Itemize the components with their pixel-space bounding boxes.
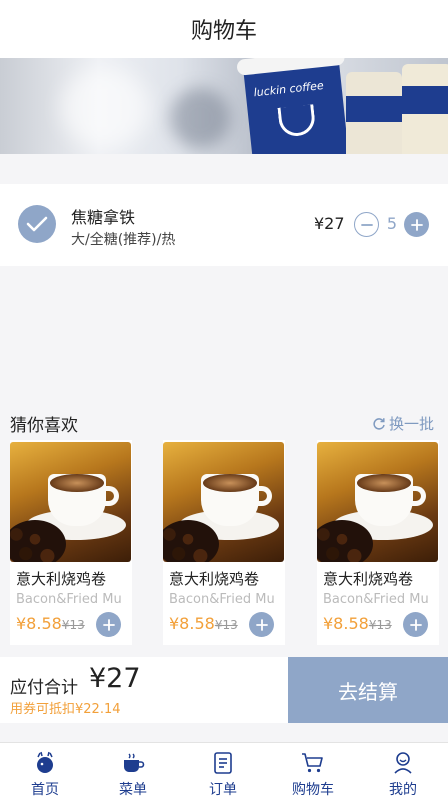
tab-profile[interactable]: 我的 — [358, 743, 448, 800]
deer-logo-icon — [277, 104, 317, 138]
tab-orders[interactable]: 订单 — [178, 743, 268, 800]
item-price: ¥27 — [314, 214, 345, 233]
quantity-value: 5 — [386, 214, 398, 233]
product-price: ¥8.58¥13 — [169, 614, 238, 633]
coffee-cup-icon — [124, 753, 145, 772]
tab-label: 购物车 — [292, 782, 334, 798]
refresh-icon — [373, 417, 385, 430]
current-price: ¥8.58 — [16, 614, 62, 633]
original-price: ¥13 — [61, 618, 85, 632]
refresh-label: 换一批 — [389, 415, 435, 433]
decrease-quantity-button[interactable] — [354, 212, 379, 237]
current-price: ¥8.58 — [323, 614, 369, 633]
product-name: 意大利烧鸡卷 — [323, 570, 414, 588]
original-price: ¥13 — [368, 618, 392, 632]
product-en-name: Bacon&Fried Mu — [323, 592, 429, 607]
cup-band — [346, 96, 402, 122]
item-spec: 大/全糖(推荐)/热 — [71, 232, 176, 248]
product-card[interactable]: 意大利烧鸡卷 Bacon&Fried Mu ¥8.58¥13 — [317, 440, 439, 645]
mug-handle — [256, 486, 272, 506]
coffee-surface — [50, 474, 104, 492]
tab-label: 我的 — [389, 782, 417, 798]
cup-band — [402, 86, 448, 114]
tab-home[interactable]: 首页 — [0, 743, 90, 800]
order-list-icon — [214, 752, 232, 774]
checkout-bar: 应付合计 ¥27 用券可抵扣¥22.14 去结算 — [0, 657, 448, 723]
tab-label: 订单 — [209, 782, 237, 798]
tab-label: 首页 — [31, 782, 59, 798]
refresh-recommend-button[interactable]: 换一批 — [372, 413, 434, 434]
plus-icon — [102, 618, 115, 631]
product-image — [317, 442, 438, 562]
cup-brand-text: luckin coffee — [253, 79, 325, 100]
product-image — [163, 442, 284, 562]
item-name: 焦糖拿铁 — [71, 208, 136, 227]
plus-icon — [410, 218, 423, 231]
current-price: ¥8.58 — [169, 614, 215, 633]
promo-banner[interactable]: luckin coffee — [0, 58, 448, 154]
product-en-name: Bacon&Fried Mu — [16, 592, 122, 607]
coupon-discount-text: 用券可抵扣¥22.14 — [10, 702, 121, 717]
tab-menu[interactable]: 菜单 — [88, 743, 178, 800]
banner-light-blur — [60, 68, 150, 148]
add-to-cart-button[interactable] — [249, 612, 274, 637]
product-card[interactable]: 意大利烧鸡卷 Bacon&Fried Mu ¥8.58¥13 — [10, 440, 132, 645]
product-image — [10, 442, 131, 562]
coffee-cup-image: luckin coffee — [236, 58, 349, 154]
product-name: 意大利烧鸡卷 — [169, 570, 260, 588]
header-bar: 购物车 — [0, 0, 448, 58]
banner-shadow-blur — [170, 88, 230, 148]
add-to-cart-button[interactable] — [96, 612, 121, 637]
checkout-button[interactable]: 去结算 — [288, 657, 448, 723]
original-price: ¥13 — [214, 618, 238, 632]
recommend-title: 猜你喜欢 — [10, 416, 78, 436]
total-value: ¥27 — [89, 663, 141, 694]
checkmark-icon — [26, 216, 48, 232]
home-icon — [37, 751, 53, 773]
total-label: 应付合计 — [10, 678, 78, 698]
coffee-cup-image-2 — [346, 72, 402, 154]
tab-label: 菜单 — [119, 782, 147, 798]
tab-cart[interactable]: 购物车 — [268, 743, 358, 800]
coffee-cup-image-3 — [402, 64, 448, 154]
coffee-surface — [357, 474, 411, 492]
mug-handle — [103, 486, 119, 506]
add-to-cart-button[interactable] — [403, 612, 428, 637]
coffee-surface — [203, 474, 257, 492]
product-name: 意大利烧鸡卷 — [16, 570, 107, 588]
bottom-tab-bar: 首页 菜单 订单 购物车 我的 — [0, 742, 448, 800]
cup-lid — [236, 58, 346, 76]
user-icon — [394, 752, 412, 774]
product-price: ¥8.58¥13 — [323, 614, 392, 633]
mug-handle — [410, 486, 426, 506]
cart-item: 焦糖拿铁 大/全糖(推荐)/热 ¥27 5 — [0, 184, 448, 266]
product-price: ¥8.58¥13 — [16, 614, 85, 633]
plus-icon — [255, 618, 268, 631]
shopping-cart-icon — [302, 753, 323, 773]
increase-quantity-button[interactable] — [404, 212, 429, 237]
item-select-checkbox[interactable] — [18, 205, 56, 243]
page-title: 购物车 — [190, 19, 257, 44]
minus-icon — [360, 223, 373, 226]
product-card[interactable]: 意大利烧鸡卷 Bacon&Fried Mu ¥8.58¥13 — [163, 440, 285, 645]
plus-icon — [409, 618, 422, 631]
product-en-name: Bacon&Fried Mu — [169, 592, 275, 607]
